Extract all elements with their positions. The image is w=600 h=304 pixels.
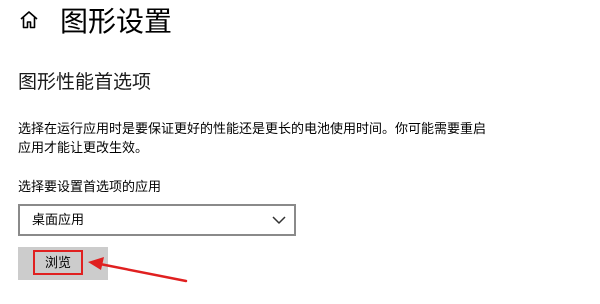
section-description: 选择在运行应用时是要保证更好的性能还是更长的电池使用时间。你可能需要重启应用才能… xyxy=(18,122,487,156)
section-title: 图形性能首选项 xyxy=(18,71,152,93)
chevron-down-icon xyxy=(272,216,286,224)
browse-button-label: 浏览 xyxy=(44,255,71,270)
app-type-dropdown[interactable]: 桌面应用 xyxy=(18,204,296,236)
app-type-selected-value: 桌面应用 xyxy=(32,213,85,228)
graphics-settings-page: 图形设置 图形性能首选项 选择在运行应用时是要保证更好的性能还是更长的电池使用时… xyxy=(0,0,600,304)
browse-highlight-box: 浏览 xyxy=(33,250,83,275)
browse-button[interactable]: 浏览 xyxy=(18,247,108,280)
page-title: 图形设置 xyxy=(60,5,173,38)
app-select-label: 选择要设置首选项的应用 xyxy=(18,180,162,195)
home-icon[interactable] xyxy=(18,9,40,31)
